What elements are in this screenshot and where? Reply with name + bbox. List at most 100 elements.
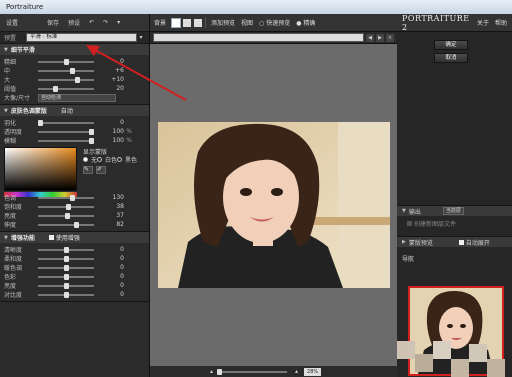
cancel-button[interactable]: 取消 — [434, 53, 468, 63]
radio-icon[interactable] — [83, 156, 88, 162]
add-preview-button[interactable]: 添加预览 — [211, 18, 235, 27]
enhance-5-value[interactable]: 0 — [102, 291, 124, 298]
color-0-value[interactable]: 130 — [102, 194, 124, 201]
slider-knob[interactable] — [66, 203, 72, 210]
help-link[interactable]: 帮助 — [495, 18, 507, 27]
zoom-in-icon[interactable]: ▴ — [295, 368, 298, 375]
menu-arrow-icon[interactable]: ▾ — [117, 19, 120, 26]
eyedropper-add-icon[interactable]: ✐ — [96, 166, 106, 174]
skin-2-slider[interactable] — [38, 137, 94, 144]
preset-dropdown-icon[interactable]: ▾ — [137, 34, 145, 41]
output-select[interactable]: 当前层 — [442, 207, 464, 215]
zoom-out-icon[interactable]: ▴ — [210, 368, 213, 375]
collapse-icon[interactable]: ▼ — [402, 208, 406, 214]
ok-button[interactable]: 确定 — [434, 40, 468, 50]
detail-1-value[interactable]: +6 — [102, 67, 124, 74]
enhance-1-value[interactable]: 0 — [102, 255, 124, 262]
checkbox-icon[interactable] — [48, 235, 54, 240]
slider-knob[interactable] — [53, 85, 59, 92]
collapse-icon[interactable]: ▼ — [4, 108, 8, 114]
redo-icon[interactable]: ↷ — [103, 19, 108, 26]
precise-radio[interactable]: ● 精确 — [296, 18, 315, 27]
detail-0-slider[interactable] — [38, 58, 94, 65]
color-2-slider[interactable] — [38, 212, 94, 219]
prev-arrow-icon[interactable]: ◀ — [366, 33, 374, 42]
use-enhance-toggle[interactable]: 使用增强 — [48, 233, 80, 242]
about-link[interactable]: 关于 — [477, 18, 489, 27]
enhance-3-value[interactable]: 0 — [102, 273, 124, 280]
mask-option-1[interactable]: 白色 — [97, 155, 117, 164]
color-0-slider[interactable] — [38, 194, 94, 201]
preset-button[interactable]: 预设 — [68, 18, 80, 27]
slider-knob[interactable] — [63, 255, 69, 262]
undo-icon[interactable]: ↶ — [89, 19, 94, 26]
expand-icon[interactable]: ▶ — [402, 239, 406, 245]
enhance-3-slider[interactable] — [38, 273, 94, 280]
close-icon[interactable]: × — [386, 33, 394, 42]
preview-photo[interactable] — [158, 122, 390, 288]
checkbox-icon[interactable] — [458, 239, 464, 245]
slider-knob[interactable] — [63, 246, 69, 253]
save-button[interactable]: 保存 — [47, 18, 59, 27]
slider-knob[interactable] — [63, 282, 69, 289]
detail-3-slider[interactable] — [38, 85, 94, 92]
radio-icon[interactable] — [117, 156, 123, 162]
next-arrow-icon[interactable]: ▶ — [376, 33, 384, 42]
enhance-section-header[interactable]: ▼ 增强功能 使用增强 — [0, 232, 149, 243]
color-3-slider[interactable] — [38, 221, 94, 228]
skin-0-slider[interactable] — [38, 119, 94, 126]
detail-1-slider[interactable] — [38, 67, 94, 74]
slider-knob[interactable] — [89, 128, 94, 135]
output-section-header[interactable]: ▼ 输出 当前层 — [397, 205, 512, 216]
skin-mode-select[interactable]: 自动 — [61, 106, 73, 115]
color-gradient[interactable] — [4, 147, 77, 191]
enhance-5-slider[interactable] — [38, 291, 94, 298]
detail-0-value[interactable]: 0 — [102, 58, 124, 65]
skin-section-header[interactable]: ▼ 皮肤色调蒙版 自动 — [0, 105, 149, 116]
background-button[interactable]: 背景 — [154, 18, 166, 27]
slider-knob[interactable] — [63, 291, 69, 298]
fast-preview-radio[interactable]: ○ 快速预览 — [259, 18, 290, 27]
detail-2-value[interactable]: +10 — [102, 76, 124, 83]
color-3-value[interactable]: 82 — [102, 221, 124, 228]
settings-menu[interactable]: 设置 — [6, 18, 18, 27]
slider-knob[interactable] — [64, 212, 70, 219]
skin-2-value[interactable]: 100 — [102, 137, 124, 144]
skin-0-value[interactable]: 0 — [102, 119, 124, 126]
enhance-2-value[interactable]: 0 — [102, 264, 124, 271]
skin-1-value[interactable]: 100 — [102, 128, 124, 135]
mask-option-0[interactable]: 无 — [83, 155, 97, 164]
slider-knob[interactable] — [63, 58, 69, 65]
detail-section-header[interactable]: ▼ 细节平滑 — [0, 44, 149, 55]
skin-1-slider[interactable] — [38, 128, 94, 135]
split-view-icon[interactable] — [183, 18, 192, 27]
slider-knob[interactable] — [74, 76, 80, 83]
size-select[interactable]: 自动检测 — [38, 93, 116, 102]
mask-option-2[interactable]: 黑色 — [117, 155, 137, 164]
slider-knob[interactable] — [63, 264, 69, 271]
enhance-4-value[interactable]: 0 — [102, 282, 124, 289]
zoom-slider[interactable] — [217, 368, 288, 375]
color-1-value[interactable]: 38 — [102, 203, 124, 210]
eyedropper-icon[interactable]: ✎ — [83, 166, 93, 174]
view-button[interactable]: 视图 — [241, 18, 253, 27]
slider-knob[interactable] — [63, 273, 69, 280]
detail-3-value[interactable]: 20 — [102, 85, 124, 92]
preview-canvas[interactable] — [150, 44, 397, 366]
slider-knob[interactable] — [89, 137, 94, 144]
side-by-side-icon[interactable] — [194, 18, 203, 27]
slider-knob[interactable] — [73, 221, 79, 228]
checkbox-icon[interactable] — [407, 221, 412, 226]
detail-2-slider[interactable] — [38, 76, 94, 83]
color-1-slider[interactable] — [38, 203, 94, 210]
single-view-icon[interactable] — [171, 17, 182, 28]
mask-preview-header[interactable]: ▶ 蒙版预览 自动展开 — [397, 236, 512, 247]
slider-knob[interactable] — [69, 67, 75, 74]
new-layer-option[interactable]: 创建新图层文件 — [407, 219, 456, 228]
enhance-0-slider[interactable] — [38, 246, 94, 253]
enhance-4-slider[interactable] — [38, 282, 94, 289]
slider-knob[interactable] — [38, 119, 43, 126]
auto-expand-toggle[interactable]: 自动展开 — [458, 238, 490, 247]
collapse-icon[interactable]: ▼ — [4, 235, 8, 241]
radio-icon[interactable] — [97, 156, 103, 162]
